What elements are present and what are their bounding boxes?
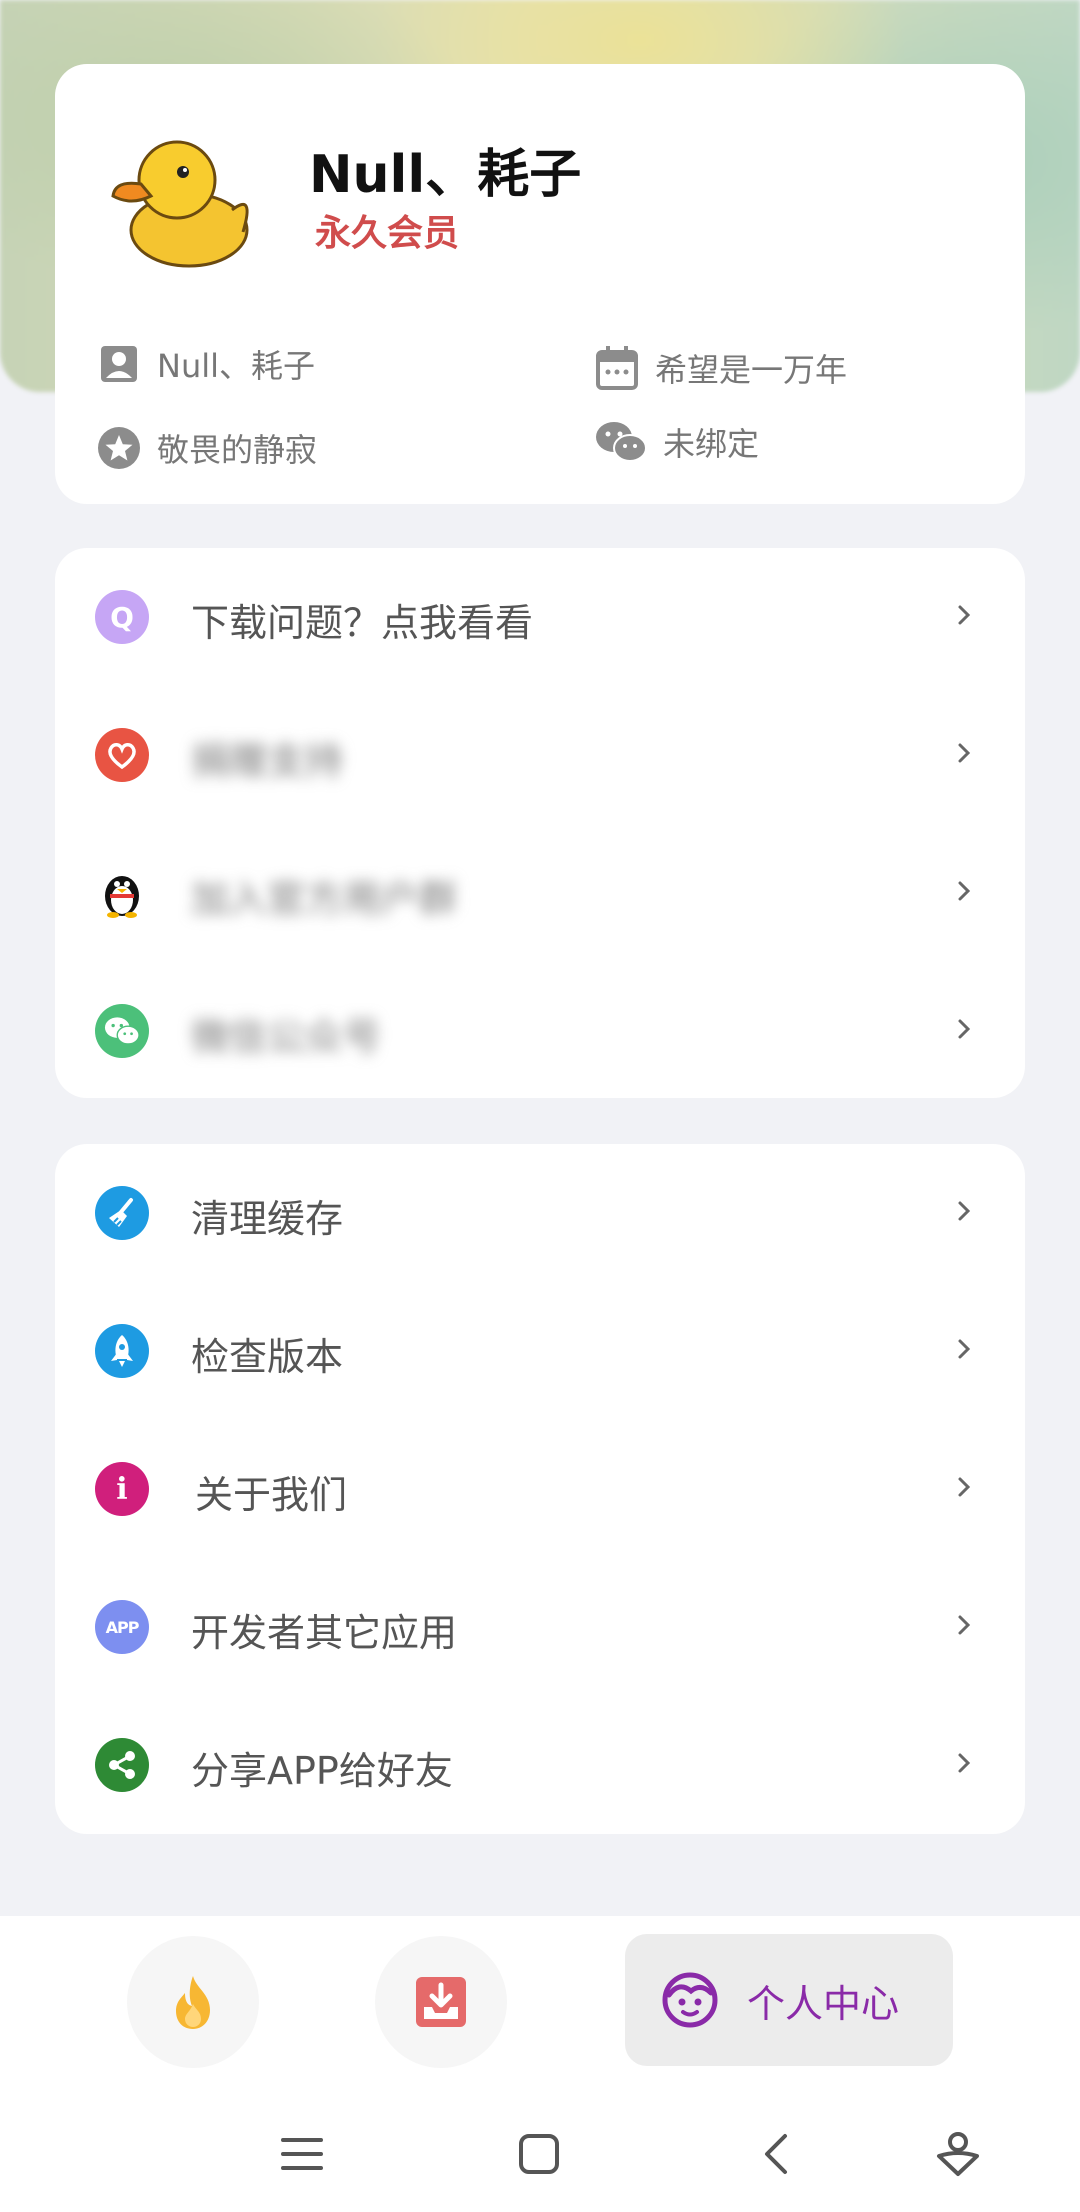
broom-icon [95, 1186, 149, 1240]
menu-item-label: 下载问题？点我看看 [191, 601, 534, 645]
chevron-right-icon [958, 1201, 971, 1221]
system-navigation-bar [0, 2096, 1080, 2212]
calendar-icon [595, 346, 639, 390]
expiry-text: 希望是一万年 [655, 351, 848, 389]
profile-username: Null、耗子 [309, 145, 582, 205]
q-icon: Q [95, 590, 149, 644]
menu-item-share-app[interactable]: 分享APP给好友 [55, 1696, 1025, 1834]
menu-icon [281, 2138, 323, 2170]
chevron-right-icon [958, 743, 971, 763]
account-name-text: Null、耗子 [157, 347, 316, 385]
wechat-status-text: 未绑定 [663, 425, 760, 463]
menu-item-label: 开发者其它应用 [191, 1611, 458, 1655]
assistant-icon [937, 2132, 979, 2176]
qq-penguin-icon [95, 866, 149, 920]
star-badge-icon [97, 426, 141, 470]
menu-item-donate[interactable]: 捐赠支持 [55, 686, 1025, 824]
info-icon: i [95, 1462, 149, 1516]
system-home-button[interactable] [511, 2126, 567, 2182]
wechat-icon [595, 420, 647, 464]
system-menu-button[interactable] [274, 2126, 330, 2182]
info-wechat: 未绑定 [595, 419, 759, 465]
menu-item-label: 分享APP给好友 [191, 1749, 453, 1793]
menu-item-label: 微信公众号 [191, 1015, 382, 1059]
support-menu: Q 下载问题？点我看看 捐赠支持 加入官方用户群 微信公众号 [55, 548, 1025, 1098]
nav-download-button[interactable] [375, 1936, 507, 2068]
user-card-icon [97, 342, 141, 386]
share-icon [95, 1738, 149, 1792]
menu-item-download-help[interactable]: Q 下载问题？点我看看 [55, 548, 1025, 686]
menu-item-user-group[interactable]: 加入官方用户群 [55, 824, 1025, 962]
back-icon [765, 2134, 787, 2174]
avatar[interactable] [107, 122, 257, 272]
profile-card: Null、耗子 永久会员 Null、耗子 希望是一万年 敬畏的静寂 未绑定 [55, 64, 1025, 504]
download-tray-icon [416, 1977, 466, 2027]
level-text: 敬畏的静寂 [157, 431, 318, 469]
chevron-right-icon [958, 881, 971, 901]
info-level: 敬畏的静寂 [97, 425, 317, 471]
chevron-right-icon [958, 1477, 971, 1497]
menu-item-label: 关于我们 [195, 1473, 348, 1517]
menu-item-about-us[interactable]: i 关于我们 [55, 1420, 1025, 1558]
menu-item-label: 捐赠支持 [191, 739, 344, 783]
chevron-right-icon [958, 1339, 971, 1359]
menu-item-label: 清理缓存 [191, 1197, 344, 1241]
menu-item-label: 加入官方用户群 [191, 877, 458, 921]
menu-item-check-version[interactable]: 检查版本 [55, 1282, 1025, 1420]
info-expiry: 希望是一万年 [595, 345, 847, 391]
settings-menu: 清理缓存 检查版本 i 关于我们 APP 开发者其它应用 分享APP给好友 [55, 1144, 1025, 1834]
chevron-right-icon [958, 605, 971, 625]
membership-badge: 永久会员 [315, 213, 460, 254]
system-assistant-button[interactable] [930, 2126, 986, 2182]
app-icon: APP [95, 1600, 149, 1654]
duck-avatar-icon [111, 140, 249, 268]
menu-item-clear-cache[interactable]: 清理缓存 [55, 1144, 1025, 1282]
nav-profile-label: 个人中心 [747, 1981, 900, 2026]
chevron-right-icon [958, 1615, 971, 1635]
info-account: Null、耗子 [97, 341, 315, 387]
menu-item-other-apps[interactable]: APP 开发者其它应用 [55, 1558, 1025, 1696]
nav-profile-tab[interactable]: 个人中心 [625, 1934, 953, 2066]
heart-icon [95, 728, 149, 782]
rocket-icon [95, 1324, 149, 1378]
menu-item-wechat-official[interactable]: 微信公众号 [55, 962, 1025, 1100]
chevron-right-icon [958, 1019, 971, 1039]
face-icon [662, 1972, 718, 2028]
menu-item-label: 检查版本 [191, 1335, 344, 1379]
system-back-button[interactable] [749, 2126, 805, 2182]
bottom-navigation: 个人中心 [0, 1916, 1080, 2212]
chevron-right-icon [958, 1753, 971, 1773]
home-square-icon [519, 2134, 559, 2174]
nav-hot-button[interactable] [127, 1936, 259, 2068]
flame-icon [176, 1976, 210, 2029]
wechat-icon [95, 1004, 149, 1058]
